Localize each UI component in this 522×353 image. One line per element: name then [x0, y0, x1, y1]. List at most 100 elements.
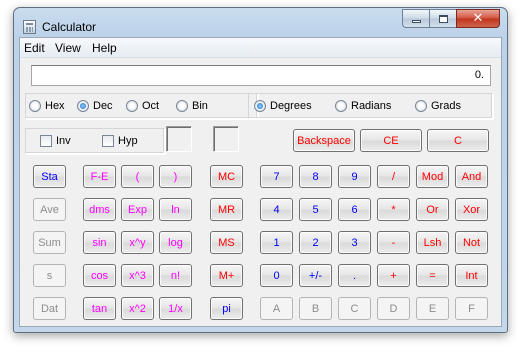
dms-button[interactable]: dms [83, 198, 116, 221]
or-button[interactable]: Or [416, 198, 449, 221]
not-button[interactable]: Not [455, 231, 488, 254]
clear-entry-button[interactable]: CE [360, 129, 422, 152]
radio-grads[interactable]: Grads [415, 100, 461, 112]
menu-edit[interactable]: Edit [24, 41, 45, 55]
x-cubed-button[interactable]: x^3 [121, 264, 154, 287]
digit-0-button[interactable]: 0 [260, 264, 293, 287]
memory-recall-button[interactable]: MR [210, 198, 243, 221]
menu-help[interactable]: Help [92, 41, 117, 55]
int-button[interactable]: Int [455, 264, 488, 287]
pi-button[interactable]: pi [210, 297, 243, 320]
number-base-group: Hex Dec Oct Bin [25, 93, 258, 119]
digit-5-button[interactable]: 5 [299, 198, 332, 221]
radio-dec-circle [77, 100, 89, 112]
exp-button[interactable]: Exp [121, 198, 154, 221]
radio-grads-label: Grads [431, 100, 461, 112]
inv-hyp-group: Inv Hyp [25, 128, 165, 154]
radio-degrees[interactable]: Degrees [254, 100, 312, 112]
equals-button[interactable]: = [416, 264, 449, 287]
log-button[interactable]: log [159, 231, 192, 254]
hex-d-button: D [377, 297, 410, 320]
hex-b-button: B [299, 297, 332, 320]
memory-indicator [213, 126, 239, 152]
memory-clear-button[interactable]: MC [210, 165, 243, 188]
angle-units-group: Degrees Radians Grads [248, 93, 493, 119]
digit-3-button[interactable]: 3 [338, 231, 371, 254]
checkbox-hyp[interactable]: Hyp [102, 135, 138, 147]
hex-f-button: F [455, 297, 488, 320]
radio-hex[interactable]: Hex [29, 100, 65, 112]
digit-4-button[interactable]: 4 [260, 198, 293, 221]
digit-8-button[interactable]: 8 [299, 165, 332, 188]
radio-hex-circle [29, 100, 41, 112]
lsh-button[interactable]: Lsh [416, 231, 449, 254]
subtract-button[interactable]: - [377, 231, 410, 254]
stat-button-sum: Sum [33, 231, 66, 254]
decimal-point-button[interactable]: . [338, 264, 371, 287]
radio-degrees-label: Degrees [270, 100, 312, 112]
checkbox-inv-box [40, 135, 52, 147]
open-paren-button[interactable]: ( [121, 165, 154, 188]
radio-dec-label: Dec [93, 100, 113, 112]
tan-button[interactable]: tan [83, 297, 116, 320]
backspace-button[interactable]: Backspace [293, 129, 355, 152]
minimize-button[interactable] [402, 9, 429, 28]
calculator-window: Calculator ✕ Edit View Help 0. Hex Dec O… [13, 7, 508, 333]
clear-button[interactable]: C [427, 129, 489, 152]
maximize-button[interactable] [429, 9, 456, 28]
and-button[interactable]: And [455, 165, 488, 188]
window-title: Calculator [42, 20, 97, 34]
negate-button[interactable]: +/- [299, 264, 332, 287]
stat-button-s: s [33, 264, 66, 287]
radio-bin[interactable]: Bin [176, 100, 208, 112]
cos-button[interactable]: cos [83, 264, 116, 287]
add-button[interactable]: + [377, 264, 410, 287]
multiply-button[interactable]: * [377, 198, 410, 221]
stat-button-sta[interactable]: Sta [33, 165, 66, 188]
close-button[interactable]: ✕ [456, 9, 500, 28]
stat-button-ave: Ave [33, 198, 66, 221]
checkbox-hyp-label: Hyp [118, 135, 138, 147]
digit-1-button[interactable]: 1 [260, 231, 293, 254]
radio-dec[interactable]: Dec [77, 100, 113, 112]
divide-button[interactable]: / [377, 165, 410, 188]
calculator-client-area: Edit View Help 0. Hex Dec Oct Bin Degree… [19, 37, 502, 327]
memory-store-button[interactable]: MS [210, 231, 243, 254]
close-paren-button[interactable]: ) [159, 165, 192, 188]
digit-7-button[interactable]: 7 [260, 165, 293, 188]
memory-add-button[interactable]: M+ [210, 264, 243, 287]
mod-button[interactable]: Mod [416, 165, 449, 188]
x-pow-y-button[interactable]: x^y [121, 231, 154, 254]
radio-bin-label: Bin [192, 100, 208, 112]
radio-oct-circle [126, 100, 138, 112]
factorial-button[interactable]: n! [159, 264, 192, 287]
checkbox-inv[interactable]: Inv [40, 135, 71, 147]
radio-degrees-circle [254, 100, 266, 112]
parentheses-indicator [166, 126, 192, 152]
close-icon: ✕ [472, 11, 484, 26]
menu-view[interactable]: View [55, 41, 81, 55]
ln-button[interactable]: ln [159, 198, 192, 221]
maximize-icon [438, 14, 448, 23]
radio-oct[interactable]: Oct [126, 100, 159, 112]
xor-button[interactable]: Xor [455, 198, 488, 221]
sin-button[interactable]: sin [83, 231, 116, 254]
digit-6-button[interactable]: 6 [338, 198, 371, 221]
caption-buttons: ✕ [402, 9, 500, 28]
fe-button[interactable]: F-E [83, 165, 116, 188]
checkbox-hyp-box [102, 135, 114, 147]
calculator-app-icon [23, 20, 36, 34]
digit-2-button[interactable]: 2 [299, 231, 332, 254]
radio-grads-circle [415, 100, 427, 112]
reciprocal-button[interactable]: 1/x [159, 297, 192, 320]
radio-oct-label: Oct [142, 100, 160, 112]
radio-hex-label: Hex [45, 100, 65, 112]
checkbox-inv-label: Inv [56, 135, 71, 147]
menu-bar: Edit View Help [20, 38, 501, 58]
radio-radians[interactable]: Radians [335, 100, 391, 112]
digit-9-button[interactable]: 9 [338, 165, 371, 188]
x-squared-button[interactable]: x^2 [121, 297, 154, 320]
title-bar[interactable]: Calculator ✕ [14, 8, 507, 37]
radio-bin-circle [176, 100, 188, 112]
radio-radians-label: Radians [351, 100, 392, 112]
